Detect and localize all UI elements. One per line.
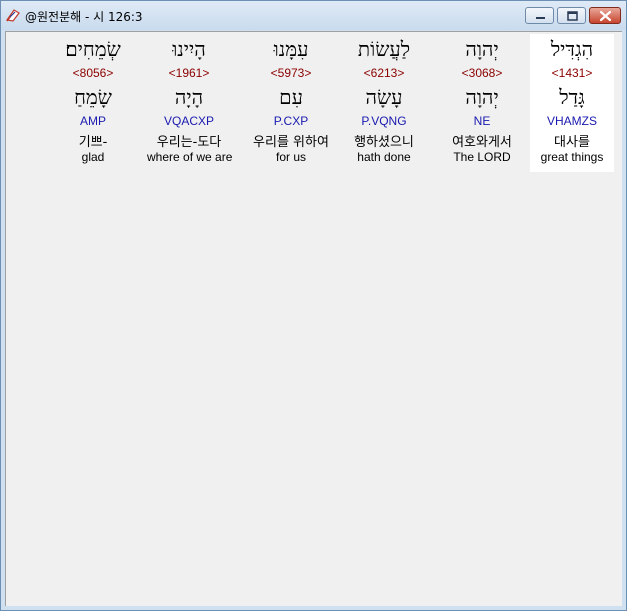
morphology-code: AMP (79, 114, 106, 128)
minimize-icon (536, 17, 545, 19)
hebrew-word: הִגְדִּיל (550, 37, 594, 61)
morphology-code: NE (473, 114, 491, 128)
hebrew-lemma: גָּדַל (559, 85, 585, 109)
english-gloss: hath done (357, 150, 411, 164)
hebrew-lemma: הָיָה (174, 85, 204, 109)
window-title: @원전분해 - 시 126:3 (25, 10, 143, 24)
korean-gloss: 우리는-도다 (156, 135, 222, 150)
korean-gloss: 여호와게서 (452, 135, 512, 150)
korean-gloss: 우리를 위하여 (253, 135, 329, 150)
word-column[interactable]: לַעֲשׂוֹת <6213> עָשָׂה P.VQNG 행하셨으니 hat… (342, 34, 426, 172)
app-window: @원전분해 - 시 126:3 שְׂמֵחִים׃ <8056> שָׂמֵח… (0, 0, 627, 611)
strong-number[interactable]: <6213> (342, 66, 426, 80)
english-gloss: for us (275, 150, 306, 164)
morphology-code: VQACXP (163, 114, 214, 128)
hebrew-lemma: יְהוָה (465, 85, 499, 109)
title-bar[interactable]: @원전분해 - 시 126:3 (1, 1, 626, 30)
app-logo-icon (5, 7, 21, 23)
morphology-code: P.VQNG (361, 114, 407, 128)
english-gloss: great things (540, 150, 604, 164)
word-column[interactable]: יְהוָה <3068> יְהוָה NE 여호와게서 The LORD (440, 34, 524, 172)
morphology-code: VHAMZS (546, 114, 597, 128)
korean-gloss: 행하셨으니 (354, 135, 414, 150)
english-gloss: glad (81, 150, 105, 164)
hebrew-word: יְהוָה (465, 37, 499, 61)
korean-gloss: 기쁘- (78, 135, 108, 150)
morphology-code: P.CXP (273, 114, 309, 128)
strong-number[interactable]: <1431> (530, 66, 614, 80)
hebrew-lemma: שָׂמֵחַ (74, 85, 112, 109)
hebrew-lemma: עָשָׂה (365, 85, 403, 109)
maximize-icon (567, 11, 578, 21)
strong-number[interactable]: <5973> (249, 66, 333, 80)
hebrew-word: שְׂמֵחִים׃ (65, 37, 121, 61)
english-gloss: The LORD (453, 150, 511, 164)
strong-number[interactable]: <8056> (51, 66, 135, 80)
strong-number[interactable]: <1961> (147, 66, 231, 80)
word-analysis-panel: שְׂמֵחִים׃ <8056> שָׂמֵחַ AMP 기쁘- glad ה… (5, 31, 622, 606)
word-column-selected[interactable]: הִגְדִּיל <1431> גָּדַל VHAMZS 대사를 great… (530, 34, 614, 172)
close-button[interactable] (589, 7, 621, 24)
word-column[interactable]: שְׂמֵחִים׃ <8056> שָׂמֵחַ AMP 기쁘- glad (51, 34, 135, 172)
minimize-button[interactable] (525, 7, 554, 24)
hebrew-word: לַעֲשׂוֹת (357, 37, 411, 61)
word-column[interactable]: הָיִינוּ <1961> הָיָה VQACXP 우리는-도다 wher… (147, 34, 233, 172)
maximize-button[interactable] (557, 7, 586, 24)
english-gloss: where of we are (147, 150, 233, 164)
hebrew-word: עִמָּנוּ (273, 37, 309, 61)
hebrew-lemma: עִם (279, 85, 303, 109)
close-icon (599, 10, 612, 22)
word-column[interactable]: עִמָּנוּ <5973> עִם P.CXP 우리를 위하여 for us (249, 34, 333, 172)
hebrew-word: הָיִינוּ (172, 37, 206, 61)
strong-number[interactable]: <3068> (440, 66, 524, 80)
korean-gloss: 대사를 (554, 135, 590, 150)
